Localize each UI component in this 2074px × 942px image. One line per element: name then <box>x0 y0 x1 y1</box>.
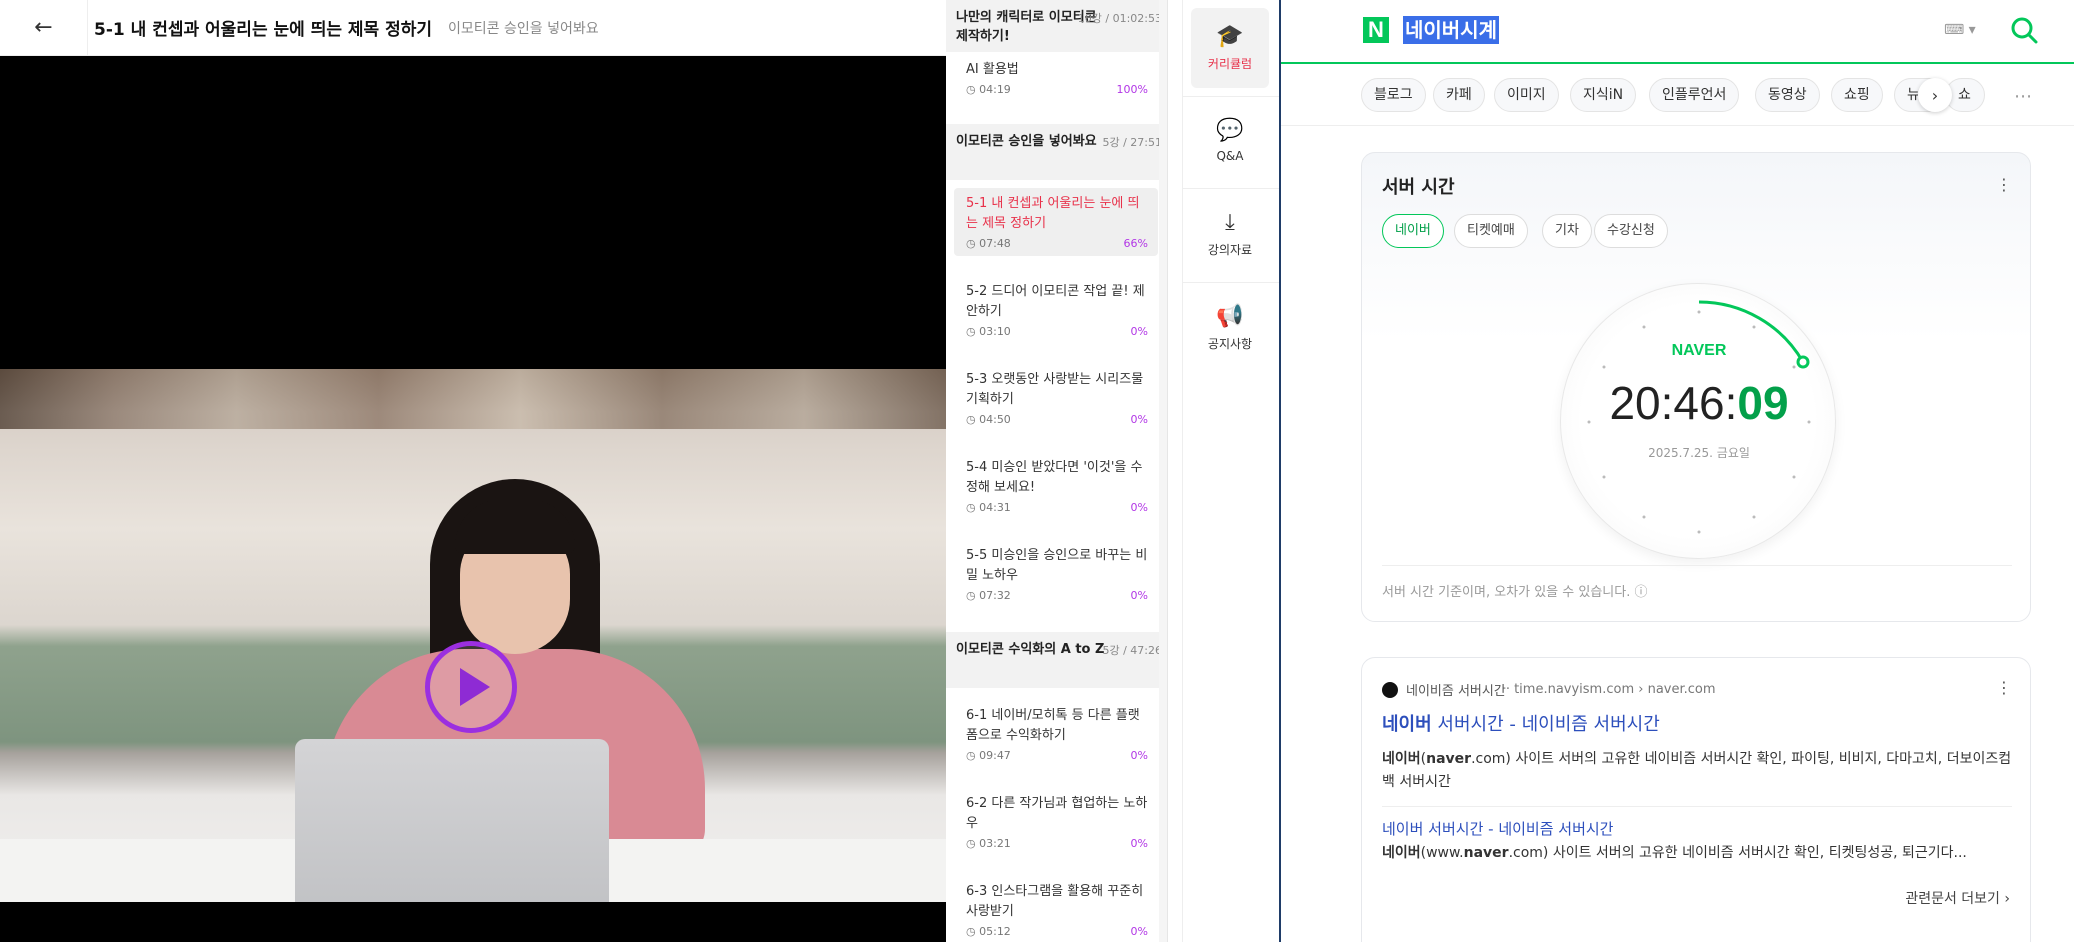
lesson-title: AI 활용법 <box>966 62 1019 77</box>
progress-label: 0% <box>1130 325 1148 338</box>
lesson-item-active[interactable]: 5-1 내 컨셉과 어울리는 눈에 띄는 제목 정하기 ◷ 07:48 66% <box>954 188 1158 256</box>
kebab-menu-icon[interactable]: ⋮ <box>1996 678 2012 697</box>
lesson-title: 5-1 내 컨셉과 어울리는 눈에 띄는 제목 정하기 <box>966 196 1140 231</box>
scrollbar[interactable] <box>1159 0 1167 942</box>
tab-shopping[interactable]: 쇼핑 <box>1831 78 1883 112</box>
search-tabs: 블로그 카페 이미지 지식iN 인플루언서 동영상 쇼핑 뉴스 쇼 › ⋯ <box>1281 66 2074 126</box>
menu-qa[interactable]: 💬 Q&A <box>1191 100 1269 180</box>
lesson-item[interactable]: 5-2 드디어 이모티콘 작업 끝! 제안하기 ◷ 03:10 0% <box>954 276 1158 344</box>
chip-train[interactable]: 기차 <box>1542 214 1592 248</box>
graduation-cap-icon: 🎓 <box>1216 24 1244 49</box>
lesson-item[interactable]: 5-3 오랫동안 사랑받는 시리즈물 기획하기 ◷ 04:50 0% <box>954 364 1158 432</box>
lesson-title: 6-1 네이버/모히톡 등 다른 플랫폼으로 수익화하기 <box>966 708 1140 743</box>
speech-bubble-icon: 💬 <box>1216 117 1244 143</box>
tab-influencer[interactable]: 인플루언서 <box>1649 78 1740 112</box>
curriculum-list: › 나만의 캐릭터로 이모티콘 제작하기! 10강 / 01:02:53 AI … <box>946 0 1168 942</box>
naver-search-window: N 네이버시계 ⌨ ▾ 블로그 카페 이미지 지식iN 인플루언서 동영상 쇼핑… <box>1281 0 2074 942</box>
wall-pictures <box>0 369 946 429</box>
search-icon[interactable] <box>2009 15 2039 45</box>
server-time-note: 서버 시간 기준이며, 오차가 있을 수 있습니다. ⓘ <box>1382 585 1648 600</box>
laptop <box>295 739 609 902</box>
progress-label: 66% <box>1123 237 1148 250</box>
progress-label: 0% <box>1130 413 1148 426</box>
result-title-link[interactable]: 네이버 서버시간 - 네이비즘 서버시간 <box>1382 710 1660 736</box>
chip-naver[interactable]: 네이버 <box>1382 214 1444 248</box>
clock-icon: ◷ 04:50 <box>966 413 1011 426</box>
lesson-title: 6-3 인스타그램을 활용해 꾸준히 사랑받기 <box>966 884 1144 919</box>
clock-icon: ◷ 03:10 <box>966 325 1011 338</box>
clock-icon: ◷ 04:31 <box>966 501 1011 514</box>
lesson-title: 5-4 미승인 받았다면 '이것'을 수정해 보세요! <box>966 460 1143 495</box>
more-dots-icon[interactable]: ⋯ <box>2014 86 2032 107</box>
progress-label: 100% <box>1116 83 1148 96</box>
lecture-title: 5-1 내 컨셉과 어울리는 눈에 띄는 제목 정하기 <box>94 20 433 40</box>
clock-time: 20:46:09 <box>1609 377 1789 429</box>
progress-label: 0% <box>1130 749 1148 762</box>
lesson-title: 5-5 미승인을 승인으로 바꾸는 비밀 노하우 <box>966 548 1148 583</box>
lecture-player-window: ← 5-1 내 컨셉과 어울리는 눈에 띄는 제목 정하기 이모티콘 승인을 넣… <box>0 0 1279 942</box>
related-docs-link[interactable]: 관련문서 더보기 › <box>1905 888 2010 908</box>
tab-blog[interactable]: 블로그 <box>1361 78 1426 112</box>
menu-materials[interactable]: ⤓ 강의자료 <box>1191 194 1269 274</box>
clock-icon: ◷ 07:32 <box>966 589 1011 602</box>
progress-label: 0% <box>1130 501 1148 514</box>
download-icon: ⤓ <box>1225 210 1235 235</box>
server-clock: NAVER 20:46:09 2025.7.25. 금요일 <box>1560 283 1836 559</box>
sub-result-description: 네이버(www.naver.com) 사이트 서버의 고유한 네이비즘 서버시간… <box>1382 845 1967 861</box>
clock-icon: ◷ 09:47 <box>966 749 1011 762</box>
clock-brand: NAVER <box>1671 342 1727 359</box>
clock-date: 2025.7.25. 금요일 <box>1648 446 1750 460</box>
naver-logo[interactable]: N <box>1363 17 1389 43</box>
chip-enroll[interactable]: 수강신청 <box>1594 214 1668 248</box>
progress-label: 0% <box>1130 589 1148 602</box>
tab-kin[interactable]: 지식iN <box>1570 78 1637 112</box>
chevron-right-icon[interactable]: › <box>1918 78 1952 112</box>
tab-cafe[interactable]: 카페 <box>1433 78 1485 112</box>
sub-result-link[interactable]: 네이버 서버시간 - 네이비즘 서버시간 <box>1382 818 1614 839</box>
lecture-section-label: 이모티콘 승인을 넣어봐요 <box>448 20 599 37</box>
curriculum-section[interactable]: 나만의 캐릭터로 이모티콘 제작하기! 10강 / 01:02:53 <box>946 0 1167 52</box>
clock-icon: ◷ 07:48 <box>966 237 1011 250</box>
play-button-icon[interactable] <box>425 641 517 733</box>
back-arrow-icon[interactable]: ← <box>0 0 88 56</box>
lesson-item[interactable]: 6-3 인스타그램을 활용해 꾸준히 사랑받기 ◷ 05:12 0% <box>954 876 1158 942</box>
curriculum-section[interactable]: 이모티콘 승인을 넣어봐요 5강 / 27:51 <box>946 124 1167 180</box>
clock-icon: ◷ 04:19 <box>966 83 1011 96</box>
lesson-item[interactable]: 6-1 네이버/모히톡 등 다른 플랫폼으로 수익화하기 ◷ 09:47 0% <box>954 700 1158 768</box>
menu-curriculum[interactable]: 🎓 커리큘럼 <box>1191 8 1269 88</box>
progress-label: 0% <box>1130 925 1148 938</box>
lecture-header: ← 5-1 내 컨셉과 어울리는 눈에 띄는 제목 정하기 이모티콘 승인을 넣… <box>0 0 946 56</box>
video-frame <box>0 369 946 902</box>
lesson-item[interactable]: AI 활용법 ◷ 04:19 100% <box>954 54 1158 102</box>
tab-video[interactable]: 동영상 <box>1755 78 1820 112</box>
tab-image[interactable]: 이미지 <box>1494 78 1559 112</box>
server-time-card: 서버 시간 ⋮ 네이버 티켓예매 기차 수강신청 NAVER 20:46:09 … <box>1361 152 2031 622</box>
clock-icon: ◷ 03:21 <box>966 837 1011 850</box>
search-input[interactable]: 네이버시계 <box>1403 16 1499 44</box>
lesson-title: 6-2 다른 작가님과 협업하는 노하우 <box>966 796 1148 831</box>
lesson-item[interactable]: 6-2 다른 작가님과 협업하는 노하우 ◷ 03:21 0% <box>954 788 1158 856</box>
curriculum-section[interactable]: 이모티콘 수익화의 A to Z 5강 / 47:26 <box>946 632 1167 688</box>
result-description: 네이버(naver.com) 사이트 서버의 고유한 네이비즘 서버시간 확인,… <box>1382 751 2012 790</box>
keyboard-icon[interactable]: ⌨ ▾ <box>1944 22 1976 38</box>
menu-notice[interactable]: 📢 공지사항 <box>1191 288 1269 368</box>
lesson-item[interactable]: 5-5 미승인을 승인으로 바꾸는 비밀 노하우 ◷ 07:32 0% <box>954 540 1158 608</box>
side-menu: 🎓 커리큘럼 💬 Q&A ⤓ 강의자료 📢 공지사항 <box>1182 0 1279 942</box>
video-player[interactable] <box>0 56 946 942</box>
progress-label: 0% <box>1130 837 1148 850</box>
megaphone-icon: 📢 <box>1216 304 1244 329</box>
search-result-card: 네이비즘 서버시간 · time.navyism.com › naver.com… <box>1361 657 2031 942</box>
site-favicon-icon <box>1382 681 1398 698</box>
kebab-menu-icon[interactable]: ⋮ <box>1996 175 2012 194</box>
card-title: 서버 시간 <box>1382 177 1455 198</box>
chip-ticket[interactable]: 티켓예매 <box>1454 214 1528 248</box>
result-source[interactable]: 네이비즘 서버시간 · time.navyism.com › naver.com <box>1382 680 1716 699</box>
lesson-title: 5-2 드디어 이모티콘 작업 끝! 제안하기 <box>966 284 1145 319</box>
lesson-item[interactable]: 5-4 미승인 받았다면 '이것'을 수정해 보세요! ◷ 04:31 0% <box>954 452 1158 520</box>
search-header: N 네이버시계 ⌨ ▾ <box>1281 0 2074 64</box>
clock-icon: ◷ 05:12 <box>966 925 1011 938</box>
lesson-title: 5-3 오랫동안 사랑받는 시리즈물 기획하기 <box>966 372 1144 407</box>
